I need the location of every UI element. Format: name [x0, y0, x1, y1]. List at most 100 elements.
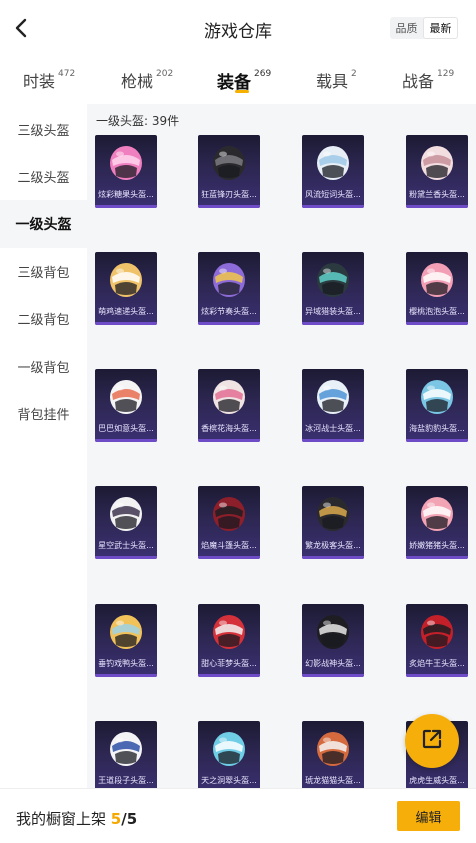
tab-fashion[interactable]: 时装 472	[23, 68, 75, 98]
item-name: 甜心菲梦头盔...	[201, 659, 257, 668]
helmet-icon	[421, 146, 453, 180]
item-name: 天之洞翠头盔...	[201, 776, 257, 785]
sidebar: 三级头盔 二级头盔 一级头盔 三级背包 二级背包 一级背包 背包挂件	[0, 104, 87, 788]
item-card[interactable]: 粉黛兰香头盔...	[406, 135, 468, 208]
helmet-icon	[110, 497, 142, 531]
helmet-icon	[213, 146, 245, 180]
item-name: 炫彩节奏头盔...	[201, 307, 257, 316]
sidebar-item-backpack-lv2[interactable]: 二级背包	[0, 294, 87, 342]
item-card[interactable]: 垂钓戏鸭头盔...	[95, 604, 157, 677]
tab-supplies[interactable]: 战备 129	[402, 68, 454, 98]
edit-button[interactable]: 编辑	[397, 801, 460, 831]
sidebar-item-backpack-lv3[interactable]: 三级背包	[0, 247, 87, 295]
item-card[interactable]: 王道段子头盔...	[95, 721, 157, 788]
item-card[interactable]: 娇嫩猪猪头盔...	[406, 486, 468, 559]
helmet-icon	[213, 615, 245, 649]
helmet-icon	[110, 380, 142, 414]
helmet-icon	[421, 497, 453, 531]
item-name: 巴巴如意头盔...	[98, 424, 154, 433]
helmet-icon	[421, 615, 453, 649]
bottom-bar: 我的橱窗上架 5/5 编辑	[0, 788, 476, 843]
sort-toggle: 品质 最新	[390, 17, 458, 39]
item-card[interactable]: 冰河战士头盔...	[302, 369, 364, 442]
tab-count: 2	[351, 69, 357, 79]
item-card[interactable]: 萌鸡速递头盔...	[95, 252, 157, 325]
helmet-icon	[421, 380, 453, 414]
tab-label: 枪械	[121, 72, 154, 91]
tab-label: 时装	[23, 72, 56, 91]
item-card[interactable]: 巴巴如意头盔...	[95, 369, 157, 442]
shelf-label: 我的橱窗上架	[16, 810, 107, 828]
item-name: 风流短词头盔...	[305, 190, 361, 199]
tab-label: 战备	[402, 72, 435, 91]
item-name: 异域猎装头盔...	[305, 307, 361, 316]
helmet-icon	[110, 732, 142, 766]
item-card[interactable]: 狂蓝锋刃头盔...	[198, 135, 260, 208]
item-name: 琥龙猫猫头盔...	[305, 776, 361, 785]
item-name: 焰魔斗篷头盔...	[201, 541, 257, 550]
item-name: 王道段子头盔...	[98, 776, 154, 785]
item-name: 粉黛兰香头盔...	[409, 190, 465, 199]
category-tabs: 时装 472 枪械 202 装备 269 载具 2 战备 129	[0, 56, 476, 104]
item-name: 樱桃泡泡头盔...	[409, 307, 465, 316]
item-card[interactable]: 星空武士头盔...	[95, 486, 157, 559]
tab-count: 129	[437, 69, 455, 79]
item-card[interactable]: 繁龙极客头盔...	[302, 486, 364, 559]
sort-option-latest[interactable]: 最新	[423, 17, 458, 39]
item-name: 炫彩糖果头盔...	[98, 190, 154, 199]
item-name: 海盐豹豹头盔...	[409, 424, 465, 433]
item-name: 炙焰牛王头盔...	[409, 659, 465, 668]
shelf-current-count: 5	[110, 810, 122, 828]
tab-firearms[interactable]: 枪械 202	[121, 68, 173, 98]
section-title: 一级头盔: 39件	[96, 114, 180, 128]
item-card[interactable]: 香槟花海头盔...	[198, 369, 260, 442]
sidebar-item-backpack-lv1[interactable]: 一级背包	[0, 342, 87, 390]
share-icon	[420, 727, 444, 755]
item-card[interactable]: 炫彩节奏头盔...	[198, 252, 260, 325]
sidebar-item-helmet-lv1[interactable]: 一级头盔	[0, 200, 87, 248]
helmet-icon	[317, 497, 349, 531]
item-name: 垂钓戏鸭头盔...	[98, 659, 154, 668]
active-tab-indicator	[235, 90, 249, 93]
helmet-icon	[317, 380, 349, 414]
item-name: 繁龙极客头盔...	[305, 541, 361, 550]
item-name: 狂蓝锋刃头盔...	[201, 190, 257, 199]
item-name: 娇嫩猪猪头盔...	[409, 541, 465, 550]
item-card[interactable]: 幻影战神头盔...	[302, 604, 364, 677]
helmet-icon	[317, 615, 349, 649]
item-name: 星空武士头盔...	[98, 541, 154, 550]
sort-option-quality[interactable]: 品质	[390, 17, 423, 39]
sidebar-item-helmet-lv2[interactable]: 二级头盔	[0, 152, 87, 200]
item-card[interactable]: 炙焰牛王头盔...	[406, 604, 468, 677]
item-card[interactable]: 琥龙猫猫头盔...	[302, 721, 364, 788]
helmet-icon	[317, 732, 349, 766]
tab-vehicles[interactable]: 载具 2	[316, 68, 357, 98]
helmet-icon	[317, 146, 349, 180]
helmet-icon	[110, 615, 142, 649]
sidebar-item-helmet-lv3[interactable]: 三级头盔	[0, 105, 87, 153]
item-name: 冰河战士头盔...	[305, 424, 361, 433]
helmet-icon	[110, 146, 142, 180]
item-card[interactable]: 海盐豹豹头盔...	[406, 369, 468, 442]
item-card[interactable]: 天之洞翠头盔...	[198, 721, 260, 788]
item-name: 幻影战神头盔...	[305, 659, 361, 668]
helmet-icon	[213, 263, 245, 297]
shelf-status: 我的橱窗上架 5/5	[16, 808, 137, 829]
helmet-icon	[213, 380, 245, 414]
helmet-icon	[110, 263, 142, 297]
share-button[interactable]	[405, 714, 459, 768]
helmet-icon	[213, 732, 245, 766]
shelf-total-count: 5	[126, 810, 138, 828]
tab-equipment[interactable]: 装备 269	[217, 68, 271, 98]
sidebar-item-backpack-pendant[interactable]: 背包挂件	[0, 389, 87, 437]
item-card[interactable]: 甜心菲梦头盔...	[198, 604, 260, 677]
item-name: 香槟花海头盔...	[201, 424, 257, 433]
tab-label: 载具	[316, 72, 349, 91]
item-card[interactable]: 炫彩糖果头盔...	[95, 135, 157, 208]
item-name: 萌鸡速递头盔...	[98, 307, 154, 316]
item-card[interactable]: 焰魔斗篷头盔...	[198, 486, 260, 559]
item-card[interactable]: 樱桃泡泡头盔...	[406, 252, 468, 325]
item-card[interactable]: 风流短词头盔...	[302, 135, 364, 208]
tab-count: 269	[254, 69, 272, 79]
item-card[interactable]: 异域猎装头盔...	[302, 252, 364, 325]
